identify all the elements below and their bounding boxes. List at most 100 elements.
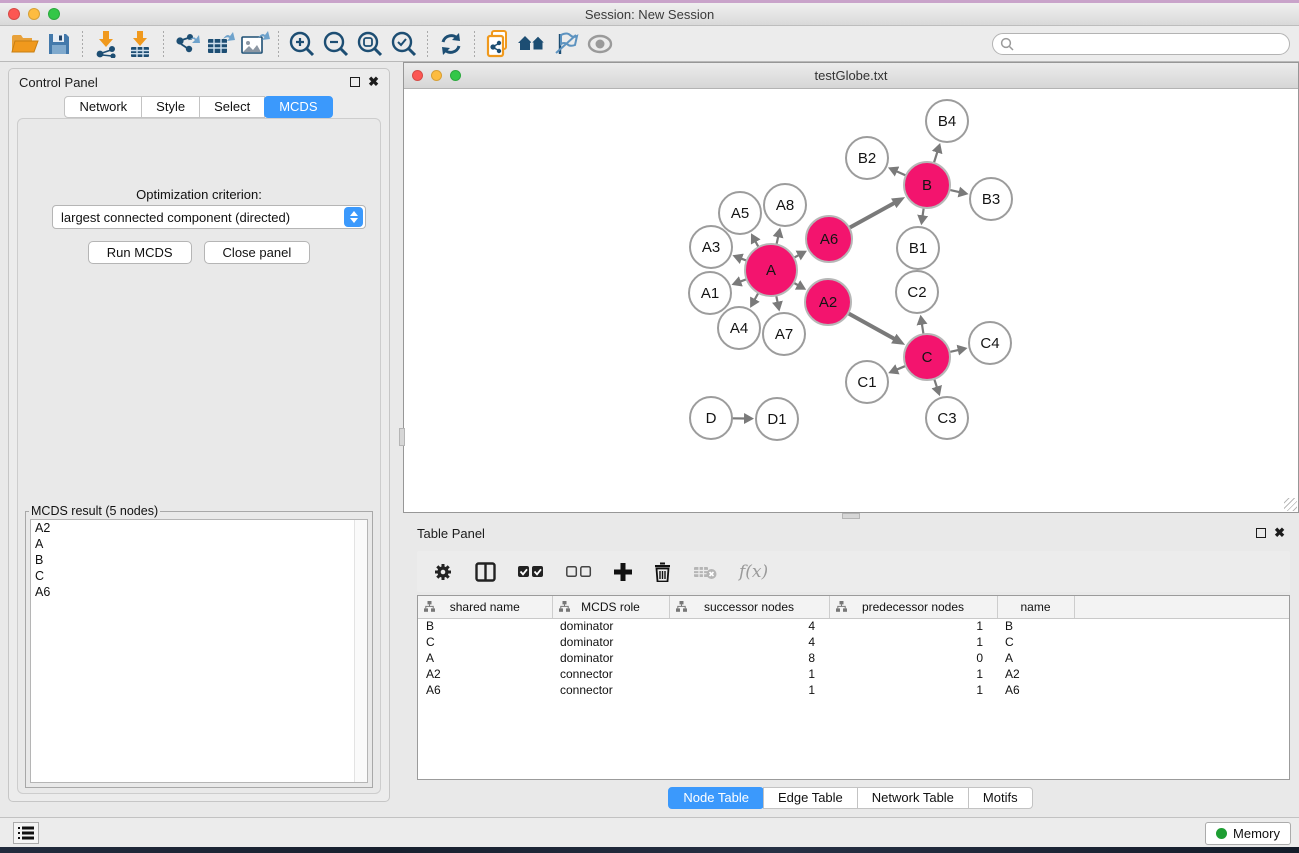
tab-style[interactable]: Style bbox=[141, 96, 200, 118]
table-cell[interactable]: A2 bbox=[418, 666, 552, 682]
table-cell[interactable]: B bbox=[997, 618, 1074, 634]
table-cell[interactable]: C bbox=[997, 634, 1074, 650]
table-cell[interactable]: dominator bbox=[552, 618, 669, 634]
table-cell[interactable]: 8 bbox=[669, 650, 829, 666]
zoom-in-icon[interactable] bbox=[285, 29, 319, 59]
table-cell[interactable]: 0 bbox=[829, 650, 997, 666]
zoom-selected-icon[interactable] bbox=[387, 29, 421, 59]
edge-A6-B[interactable] bbox=[847, 203, 894, 229]
table-cell[interactable]: connector bbox=[552, 682, 669, 698]
delete-table-icon[interactable] bbox=[693, 564, 717, 580]
new-network-from-selection-icon[interactable] bbox=[481, 29, 515, 59]
show-columns-icon[interactable] bbox=[475, 562, 496, 582]
mcds-result-item[interactable]: A bbox=[31, 536, 367, 552]
run-mcds-button[interactable]: Run MCDS bbox=[88, 241, 192, 264]
unselect-all-checkboxes-icon[interactable] bbox=[566, 566, 592, 578]
edge-A2-C[interactable] bbox=[846, 312, 894, 339]
delete-row-icon[interactable] bbox=[654, 562, 671, 582]
table-cell[interactable]: A bbox=[997, 650, 1074, 666]
zoom-fit-icon[interactable] bbox=[353, 29, 387, 59]
show-panels-button[interactable] bbox=[13, 822, 39, 844]
column-header-predecessor-nodes[interactable]: predecessor nodes bbox=[829, 596, 997, 618]
hierarchy-icon bbox=[676, 601, 687, 612]
node-label-B: B bbox=[922, 177, 932, 194]
table-cell[interactable]: A bbox=[418, 650, 552, 666]
table-cell[interactable]: 1 bbox=[829, 682, 997, 698]
table-cell[interactable]: 1 bbox=[829, 666, 997, 682]
hide-selected-icon[interactable] bbox=[549, 29, 583, 59]
close-panel-icon[interactable]: ✖ bbox=[368, 77, 379, 87]
column-header-successor-nodes[interactable]: successor nodes bbox=[669, 596, 829, 618]
tab-mcds[interactable]: MCDS bbox=[264, 96, 332, 118]
network-canvas[interactable]: B4B2BB3A5A8A6A3AB1A1C2A2A4A7C4CC1C3DD1 bbox=[404, 89, 1298, 512]
function-builder-icon[interactable]: f(x) bbox=[739, 562, 768, 582]
list-icon bbox=[18, 826, 34, 840]
refresh-icon[interactable] bbox=[434, 29, 468, 59]
float-panel-icon[interactable] bbox=[1256, 528, 1266, 538]
table-cell[interactable]: 1 bbox=[669, 666, 829, 682]
table-cell bbox=[1074, 666, 1290, 682]
tab-network-table[interactable]: Network Table bbox=[857, 787, 969, 809]
optimization-criterion-select[interactable]: largest connected component (directed) bbox=[52, 205, 366, 229]
tab-motifs[interactable]: Motifs bbox=[968, 787, 1033, 809]
node-label-A8: A8 bbox=[776, 197, 794, 214]
table-cell[interactable]: 1 bbox=[829, 634, 997, 650]
table-cell[interactable]: A6 bbox=[997, 682, 1074, 698]
scrollbar-track[interactable] bbox=[354, 520, 367, 782]
table-cell[interactable]: C bbox=[418, 634, 552, 650]
table-cell[interactable]: 4 bbox=[669, 634, 829, 650]
mcds-result-list[interactable]: A2ABCA6 bbox=[30, 519, 368, 783]
search-input[interactable] bbox=[1014, 37, 1274, 51]
mcds-result-item[interactable]: A6 bbox=[31, 584, 367, 600]
mcds-result-item[interactable]: B bbox=[31, 552, 367, 568]
import-table-icon[interactable] bbox=[123, 29, 157, 59]
table-cell[interactable]: 4 bbox=[669, 618, 829, 634]
import-network-icon[interactable] bbox=[89, 29, 123, 59]
export-network-icon[interactable] bbox=[170, 29, 204, 59]
show-all-icon[interactable] bbox=[583, 29, 617, 59]
table-cell[interactable]: dominator bbox=[552, 650, 669, 666]
vertical-splitter-grip[interactable] bbox=[399, 428, 405, 446]
network-window-titlebar[interactable]: testGlobe.txt bbox=[404, 63, 1298, 89]
column-header-MCDS-role[interactable]: MCDS role bbox=[552, 596, 669, 618]
table-cell[interactable]: 1 bbox=[669, 682, 829, 698]
window-resize-grip[interactable] bbox=[1284, 498, 1297, 511]
table-settings-icon[interactable] bbox=[433, 562, 453, 582]
close-panel-button[interactable]: Close panel bbox=[204, 241, 311, 264]
tab-node-table[interactable]: Node Table bbox=[668, 787, 764, 809]
table-cell[interactable]: A6 bbox=[418, 682, 552, 698]
export-image-icon[interactable] bbox=[238, 29, 272, 59]
status-bar: Memory bbox=[0, 817, 1299, 847]
mcds-result-item[interactable]: A2 bbox=[31, 520, 367, 536]
node-label-C1: C1 bbox=[857, 374, 876, 391]
add-row-icon[interactable] bbox=[614, 563, 632, 581]
table-cell[interactable]: B bbox=[418, 618, 552, 634]
table-row[interactable]: A2connector11A2 bbox=[418, 666, 1290, 682]
float-panel-icon[interactable] bbox=[350, 77, 360, 87]
select-all-checkboxes-icon[interactable] bbox=[518, 566, 544, 578]
tab-edge-table[interactable]: Edge Table bbox=[763, 787, 858, 809]
export-table-icon[interactable] bbox=[204, 29, 238, 59]
open-session-icon[interactable] bbox=[8, 29, 42, 59]
optimization-criterion-value: largest connected component (directed) bbox=[53, 210, 344, 225]
node-label-A2: A2 bbox=[819, 294, 837, 311]
tab-network[interactable]: Network bbox=[64, 96, 142, 118]
zoom-out-icon[interactable] bbox=[319, 29, 353, 59]
table-cell[interactable]: dominator bbox=[552, 634, 669, 650]
table-cell[interactable]: connector bbox=[552, 666, 669, 682]
save-session-icon[interactable] bbox=[42, 29, 76, 59]
table-cell[interactable]: A2 bbox=[997, 666, 1074, 682]
column-header-shared-name[interactable]: shared name bbox=[418, 596, 552, 618]
memory-button[interactable]: Memory bbox=[1205, 822, 1291, 845]
table-cell[interactable]: 1 bbox=[829, 618, 997, 634]
search-box[interactable] bbox=[992, 33, 1290, 55]
column-header-name[interactable]: name bbox=[997, 596, 1074, 618]
table-row[interactable]: A6connector11A6 bbox=[418, 682, 1290, 698]
table-row[interactable]: Bdominator41B bbox=[418, 618, 1290, 634]
mcds-result-item[interactable]: C bbox=[31, 568, 367, 584]
close-panel-icon[interactable]: ✖ bbox=[1274, 528, 1285, 538]
first-neighbors-icon[interactable] bbox=[515, 29, 549, 59]
table-row[interactable]: Adominator80A bbox=[418, 650, 1290, 666]
tab-select[interactable]: Select bbox=[199, 96, 265, 118]
table-row[interactable]: Cdominator41C bbox=[418, 634, 1290, 650]
